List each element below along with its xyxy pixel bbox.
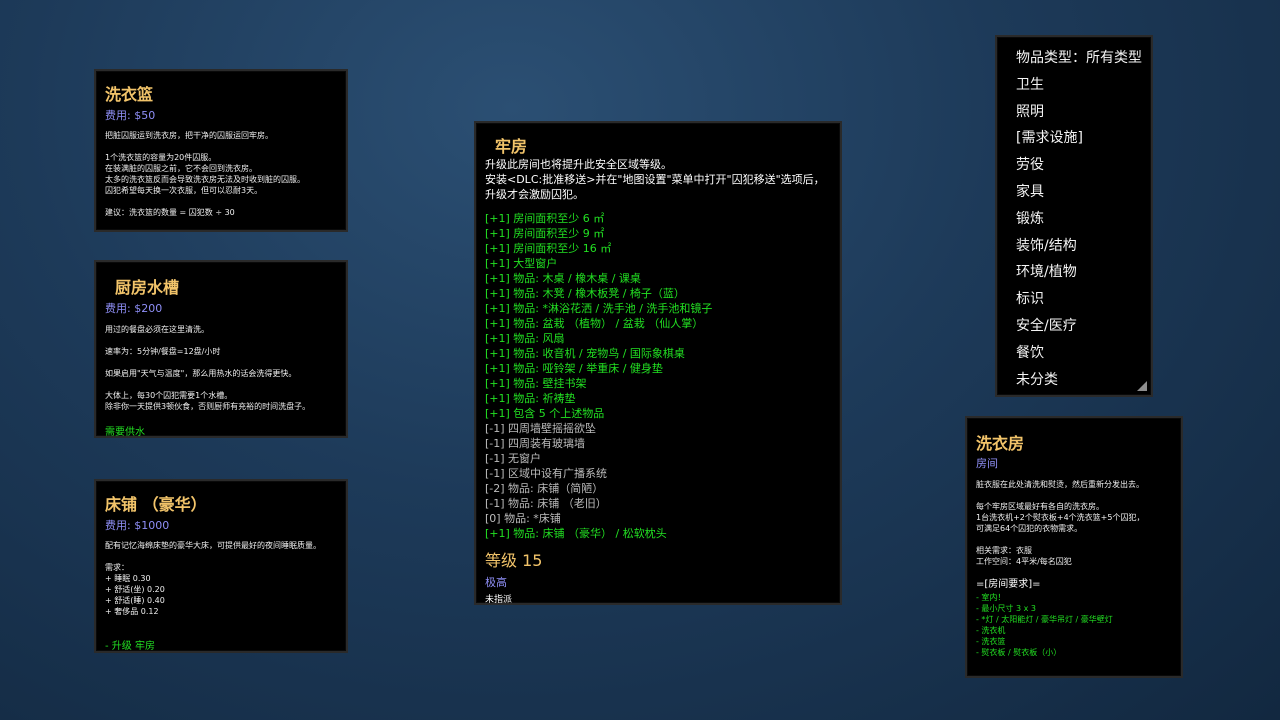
category-menu-item[interactable]: 环境/植物	[1016, 259, 1151, 286]
luxury-bed-info-panel: 床铺 （豪华） 费用: $1000 配有记忆海绵床垫的豪华大床，可提供最好的夜间…	[94, 479, 348, 653]
requirement-line: [+1] 物品: 哑铃架 / 举重床 / 健身垫	[485, 362, 663, 375]
item-description: 用过的餐盘必须在这里清洗。 速率为：5分钟/餐盘=12盘/小时 如果启用"天气与…	[105, 325, 311, 411]
item-description: 配有记忆海绵床垫的豪华大床，可提供最好的夜间睡眠质量。 需求： + 睡眠 0.3…	[105, 541, 321, 616]
requirement-line: [-1] 区域中设有广播系统	[485, 467, 608, 480]
room-title: 牢房	[495, 137, 528, 156]
item-title: 床铺 （豪华）	[105, 495, 207, 514]
item-title: 洗衣篮	[105, 85, 154, 104]
kitchen-sink-info-panel: 厨房水槽 费用: $200 用过的餐盘必须在这里清洗。 速率为：5分钟/餐盘=1…	[94, 260, 348, 438]
category-menu-item[interactable]: 标识	[1016, 286, 1151, 313]
requirement-line: [+1] 物品: 壁挂书架	[485, 377, 587, 390]
category-menu-item[interactable]: 照明	[1016, 99, 1151, 126]
requirement-line: [+1] 物品: 木桌 / 橡木桌 / 课桌	[485, 272, 641, 285]
requirement-note: 需要供水	[105, 427, 145, 438]
category-menu-item[interactable]: 装饰/结构	[1016, 233, 1151, 260]
category-menu-item[interactable]: 卫生	[1016, 72, 1151, 99]
requirement-line: [+1] 物品: 木凳 / 橡木板凳 / 椅子（蓝）	[485, 287, 685, 300]
requirement-line: [+1] 物品: 祈祷垫	[485, 392, 576, 405]
requirement-line: - 洗衣机	[976, 626, 1006, 635]
requirement-line: [0] 物品: *床铺	[485, 512, 561, 525]
requirement-line: - 最小尺寸 3 x 3	[976, 604, 1036, 613]
requirement-line: [-1] 物品: 床铺 （老旧）	[485, 497, 607, 510]
cell-room-info-panel: 牢房 升级此房间也将提升此安全区域等级。 安装<DLC:批准移送>并在"地图设置…	[474, 121, 842, 605]
resize-handle-icon[interactable]	[1137, 381, 1147, 391]
requirement-line: - 洗衣篮	[976, 637, 1006, 646]
requirement-line: [+1] 物品: 床铺 （豪华） / 松软枕头	[485, 527, 667, 540]
requirement-line: [+1] 房间面积至少 9 ㎡	[485, 227, 605, 240]
item-category-menu: 物品类型：所有类型 卫生 照明 [需求设施] 劳役 家具 锻炼 装饰/结构 环境/植物 标识 安全/…	[995, 35, 1153, 397]
requirement-line: [-2] 物品: 床铺（简陋）	[485, 482, 604, 495]
item-cost: 费用: $200	[105, 302, 163, 315]
category-menu-item[interactable]: 锻炼	[1016, 206, 1151, 233]
category-menu-item[interactable]: 劳役	[1016, 152, 1151, 179]
room-requirements-list: [+1] 房间面积至少 6 ㎡ [+1] 房间面积至少 9 ㎡ [+1] 房间面积至…	[485, 211, 831, 541]
room-subtitle: 房间	[976, 457, 998, 470]
requirement-line: [+1] 包含 5 个上述物品	[485, 407, 605, 420]
category-menu-item[interactable]: [需求设施]	[1016, 125, 1151, 152]
room-intro: 升级此房间也将提升此安全区域等级。 安装<DLC:批准移送>并在"地图设置"菜单…	[485, 158, 825, 201]
room-grade-label: 极高	[485, 576, 507, 589]
category-menu-item[interactable]: 安全/医疗	[1016, 313, 1151, 340]
category-list: 物品类型：所有类型 卫生 照明 [需求设施] 劳役 家具 锻炼 装饰/结构 环境/植物 标识 安全/…	[1016, 45, 1151, 393]
requirement-line: [-1] 无窗户	[485, 452, 542, 465]
requirement-line: [+1] 物品: 收音机 / 宠物鸟 / 国际象棋桌	[485, 347, 685, 360]
item-description: 把脏囚服运到洗衣房，把干净的囚服运回牢房。 1个洗衣篮的容量为20件囚服。 在装…	[105, 131, 305, 217]
room-title: 洗衣房	[976, 434, 1025, 453]
room-assignment: 未指派	[485, 595, 513, 605]
item-cost: 费用: $1000	[105, 519, 170, 532]
room-requirements-title: =[房间要求]=	[976, 579, 1041, 590]
laundry-basket-info-panel: 洗衣篮 费用: $50 把脏囚服运到洗衣房，把干净的囚服运回牢房。 1个洗衣篮的…	[94, 69, 348, 232]
requirement-line: [+1] 房间面积至少 16 ㎡	[485, 242, 612, 255]
requirement-line: - 熨衣板 / 熨衣板（小）	[976, 648, 1062, 657]
requirement-line: [+1] 物品: *淋浴花洒 / 洗手池 / 洗手池和镜子	[485, 302, 713, 315]
requirement-line: [+1] 房间面积至少 6 ㎡	[485, 212, 605, 225]
requirement-line: [-1] 四周装有玻璃墙	[485, 437, 586, 450]
category-menu-item[interactable]: 未分类	[1016, 367, 1151, 394]
item-title: 厨房水槽	[115, 278, 180, 297]
upgrade-note: - 升级 牢房	[105, 641, 155, 652]
category-menu-item[interactable]: 家具	[1016, 179, 1151, 206]
room-grade: 等级 15	[485, 551, 543, 570]
requirement-line: [+1] 大型窗户	[485, 257, 558, 270]
requirement-line: - 室内！	[976, 593, 1006, 602]
category-menu-item[interactable]: 物品类型：所有类型	[1016, 45, 1151, 72]
requirement-line: [-1] 四周墙壁摇摇欲坠	[485, 422, 597, 435]
requirement-line: [+1] 物品: 风扇	[485, 332, 565, 345]
laundry-room-info-panel: 洗衣房 房间 脏衣服在此处清洗和熨烫，然后重新分发出去。 每个牢房区域最好有各自…	[965, 416, 1183, 678]
category-menu-item[interactable]: 餐饮	[1016, 340, 1151, 367]
room-requirements-list: - 室内！ - 最小尺寸 3 x 3 - *灯 / 太阳能灯 / 豪华吊灯 / 豪华…	[976, 592, 1172, 658]
item-cost: 费用: $50	[105, 109, 156, 122]
requirement-line: [+1] 物品: 盆栽 （植物） / 盆栽 （仙人掌）	[485, 317, 704, 330]
room-description: 脏衣服在此处清洗和熨烫，然后重新分发出去。 每个牢房区域最好有各自的洗衣房。 1…	[976, 480, 1145, 566]
requirement-line: - *灯 / 太阳能灯 / 豪华吊灯 / 豪华壁灯	[976, 615, 1113, 624]
